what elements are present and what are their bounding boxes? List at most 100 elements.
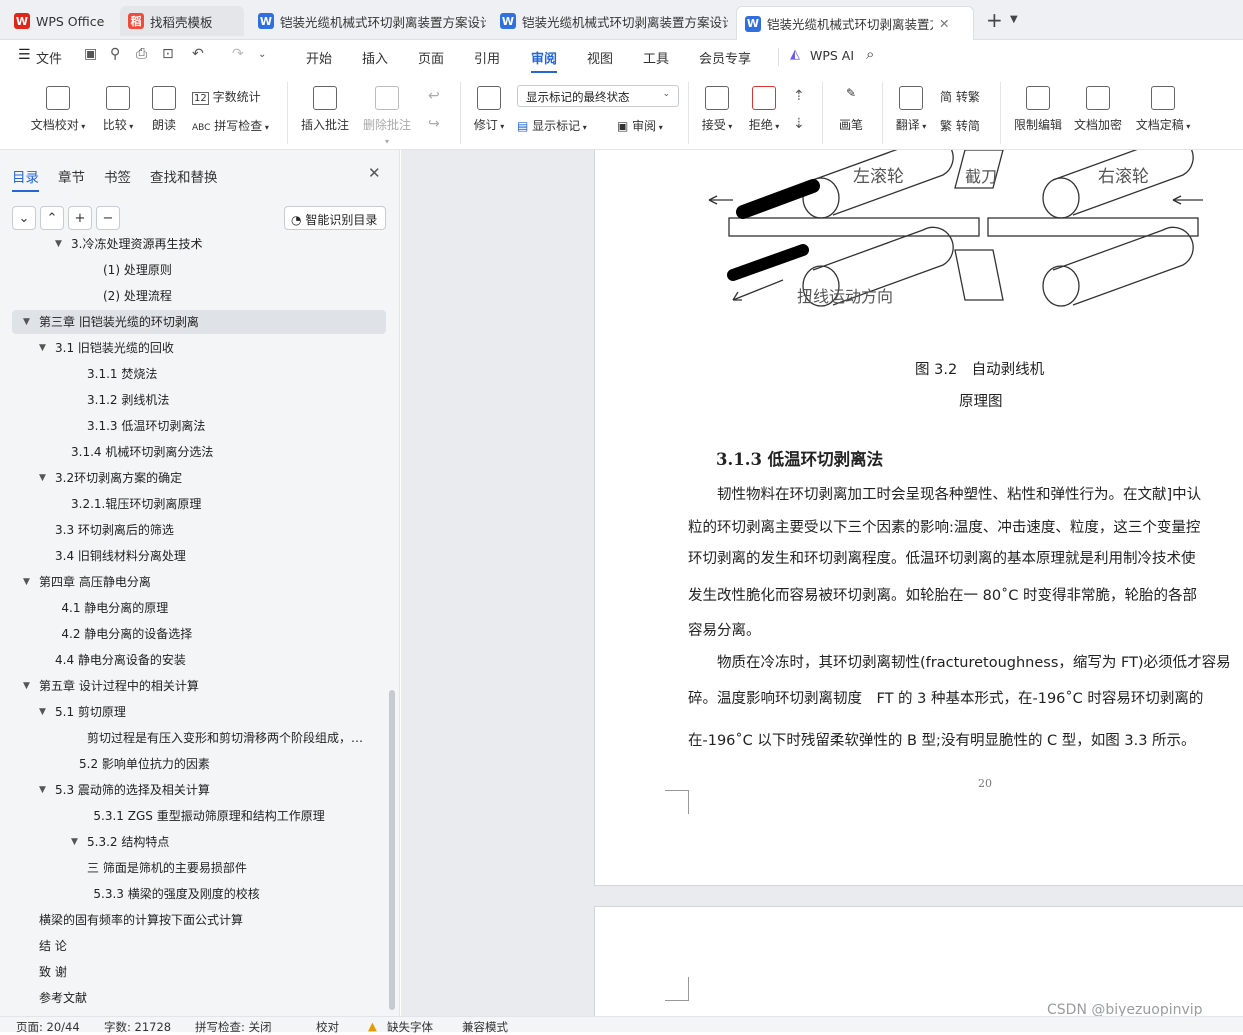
tab-wps-office[interactable]: W WPS Office xyxy=(6,6,114,36)
accept-button[interactable]: 接受 ▾ xyxy=(698,86,736,133)
to-simplified-button[interactable]: 繁 转简 xyxy=(940,117,980,134)
menu-page[interactable]: 页面 xyxy=(418,48,444,67)
close-icon[interactable]: ✕ xyxy=(939,16,949,31)
toc-item[interactable]: ▼ 3.2环切剥离方案的确定 xyxy=(12,466,386,490)
tab-doc-2[interactable]: W 铠装光缆机械式环切剥离装置方案设计 xyxy=(492,6,728,36)
expand-caret-icon[interactable]: ▼ xyxy=(55,238,62,256)
expand-caret-icon[interactable]: ▼ xyxy=(39,778,46,802)
status-page[interactable]: 页面: 20/44 xyxy=(16,1019,80,1035)
toc-item[interactable]: 3.1.2 剥线机法 xyxy=(12,388,386,412)
toc-item[interactable]: 4.1 静电分离的原理 xyxy=(12,596,386,620)
toc-item[interactable]: ▼ 5.3 震动筛的选择及相关计算 xyxy=(12,778,386,802)
quick-access-more-icon[interactable]: ⌄ xyxy=(258,49,266,60)
search-icon[interactable]: ⌕ xyxy=(866,45,874,63)
menu-insert[interactable]: 插入 xyxy=(362,48,388,67)
new-tab-icon[interactable]: + xyxy=(986,8,1003,32)
menu-view[interactable]: 视图 xyxy=(587,48,613,67)
expand-caret-icon[interactable]: ▼ xyxy=(23,674,30,698)
undo-icon[interactable]: ↶ xyxy=(192,46,204,62)
smart-toc-button[interactable]: ◔ 智能识别目录 xyxy=(284,206,386,230)
toc-item[interactable]: 参考文献 xyxy=(12,986,386,1010)
status-compat[interactable]: 兼容模式 xyxy=(462,1019,508,1035)
toc-item[interactable]: 3.1.3 低温环切剥离法 xyxy=(12,414,386,438)
expand-caret-icon[interactable]: ▼ xyxy=(71,830,78,854)
tab-doc-1[interactable]: W 铠装光缆机械式环切剥离装置方案设计 xyxy=(250,6,486,36)
word-count-button[interactable]: 12 字数统计 xyxy=(192,88,261,105)
menu-wps-ai[interactable]: WPS AI xyxy=(810,48,854,63)
tab-doc-active[interactable]: W 铠装光缆机械式环切剥离装置方 ✕ xyxy=(736,6,974,40)
remove-heading-button[interactable]: − xyxy=(96,206,120,230)
menu-file[interactable]: 文件 xyxy=(36,48,62,67)
wps-ai-icon[interactable]: ◭ xyxy=(790,47,800,62)
review-pane-button[interactable]: ▣ 审阅 ▾ xyxy=(617,117,663,134)
toc-item[interactable]: ▼ 3.1 旧铠装光缆的回收 xyxy=(12,336,386,360)
expand-button[interactable]: ⌃ xyxy=(40,206,64,230)
next-change-icon[interactable]: ⇣ xyxy=(793,116,805,132)
toc-item[interactable]: 横梁的固有频率的计算按下面公式计算 xyxy=(12,908,386,932)
toc-item[interactable]: 剪切过程是有压入变形和剪切滑移两个阶段组成，剪切过程... xyxy=(12,726,386,750)
expand-caret-icon[interactable]: ▼ xyxy=(23,310,30,334)
tab-bookmarks[interactable]: 书签 xyxy=(104,166,131,186)
status-words[interactable]: 字数: 21728 xyxy=(104,1019,171,1035)
expand-caret-icon[interactable]: ▼ xyxy=(23,570,30,594)
share-icon[interactable]: ⚲ xyxy=(110,46,120,62)
toc-item[interactable]: ▼ 第四章 高压静电分离 xyxy=(12,570,386,594)
collapse-button[interactable]: ⌄ xyxy=(12,206,36,230)
toc-item[interactable]: 4.4 静电分离设备的安装 xyxy=(12,648,386,672)
to-traditional-button[interactable]: 简 转繁 xyxy=(940,88,980,105)
reject-button[interactable]: 拒绝 ▾ xyxy=(745,86,783,133)
status-spell[interactable]: 拼写检查: 关闭 xyxy=(195,1019,272,1035)
doc-check-button[interactable]: 文档校对 ▾ xyxy=(28,86,88,133)
menu-tools[interactable]: 工具 xyxy=(643,48,669,67)
toc-item[interactable]: 5.2 影响单位抗力的因素 xyxy=(12,752,386,776)
insert-comment-button[interactable]: 插入批注 xyxy=(300,86,350,133)
menu-reference[interactable]: 引用 xyxy=(474,48,500,67)
menu-hamburger-icon[interactable]: ☰ xyxy=(18,47,31,63)
toc-item[interactable]: 5.3.3 横梁的强度及刚度的校核 xyxy=(12,882,386,906)
menu-start[interactable]: 开始 xyxy=(306,48,332,67)
print-icon[interactable]: ⎙ xyxy=(136,46,147,62)
toc-item[interactable]: ▼ 5.1 剪切原理 xyxy=(12,700,386,724)
status-missing-font[interactable]: 缺失字体 xyxy=(387,1019,433,1035)
toc-item[interactable]: ▼ 第三章 旧铠装光缆的环切剥离 xyxy=(12,310,386,334)
toc-item[interactable]: 3.3 环切剥离后的筛选 xyxy=(12,518,386,542)
encrypt-button[interactable]: 文档加密 xyxy=(1072,86,1124,133)
menu-member[interactable]: 会员专享 xyxy=(699,48,751,67)
toc-item[interactable]: 3.4 旧铜线材料分离处理 xyxy=(12,544,386,568)
add-heading-button[interactable]: + xyxy=(68,206,92,230)
toc-item[interactable]: 结 论 xyxy=(12,934,386,958)
status-proof[interactable]: 校对 xyxy=(316,1019,339,1035)
pen-button[interactable]: ✎ 画笔 xyxy=(834,86,868,133)
expand-caret-icon[interactable]: ▼ xyxy=(39,466,46,490)
tab-docer[interactable]: 稻 找稻壳模板 xyxy=(120,6,244,36)
toc-item[interactable]: (2) 处理流程 xyxy=(12,284,386,308)
prev-comment-icon[interactable]: ↩ xyxy=(428,88,440,104)
toc-item[interactable]: 4.2 静电分离的设备选择 xyxy=(12,622,386,646)
toc-item[interactable]: 三 筛面是筛机的主要易损部件 xyxy=(12,856,386,880)
redo-icon[interactable]: ↷ xyxy=(232,46,244,62)
revise-button[interactable]: 修订 ▾ xyxy=(470,86,508,133)
next-comment-icon[interactable]: ↪ xyxy=(428,116,440,132)
expand-caret-icon[interactable]: ▼ xyxy=(39,336,46,360)
expand-caret-icon[interactable]: ▼ xyxy=(39,700,46,724)
restrict-edit-button[interactable]: 限制编辑 xyxy=(1012,86,1064,133)
save-icon[interactable]: ▣ xyxy=(84,46,97,62)
markup-state-select[interactable]: 显示标记的最终状态 ⌄ xyxy=(517,85,679,107)
finalize-button[interactable]: 文档定稿 ▾ xyxy=(1132,86,1194,133)
read-aloud-button[interactable]: 朗读 xyxy=(148,86,180,133)
toc-item[interactable]: 3.2.1.辊压环切剥离原理 xyxy=(12,492,386,516)
close-icon[interactable]: ✕ xyxy=(368,164,381,182)
toc-item[interactable]: ▼ 5.3.2 结构特点 xyxy=(12,830,386,854)
toc-item[interactable]: ▼ 3.冷冻处理资源再生技术 xyxy=(12,238,386,256)
chevron-down-icon[interactable]: ▼ xyxy=(1010,14,1018,25)
toc-item[interactable]: ▼ 第五章 设计过程中的相关计算 xyxy=(12,674,386,698)
toc-item[interactable]: 3.1.1 焚烧法 xyxy=(12,362,386,386)
menu-review[interactable]: 审阅 xyxy=(531,48,558,73)
spell-check-button[interactable]: ABC 拼写检查 ▾ xyxy=(192,117,269,134)
compare-button[interactable]: 比较 ▾ xyxy=(98,86,138,133)
tab-find-replace[interactable]: 查找和替换 xyxy=(150,166,218,186)
sidebar-scrollbar[interactable] xyxy=(389,690,395,1010)
tab-toc[interactable]: 目录 xyxy=(12,166,39,192)
print-preview-icon[interactable]: ⊡ xyxy=(162,46,174,62)
tab-chapters[interactable]: 章节 xyxy=(58,166,85,186)
